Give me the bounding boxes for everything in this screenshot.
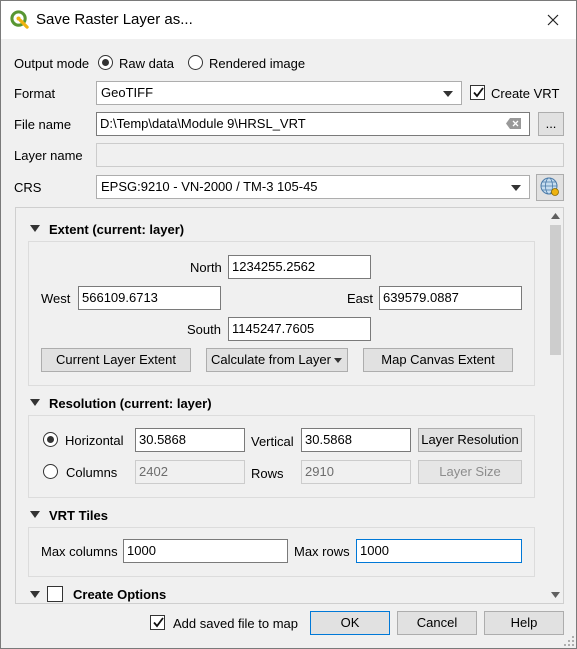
add-to-map-label: Add saved file to map: [173, 616, 299, 631]
checkmark-icon: [473, 87, 484, 98]
file-name-label: File name: [14, 117, 72, 132]
collapse-resolution-icon[interactable]: [30, 399, 40, 406]
window-title: Save Raster Layer as...: [36, 11, 193, 28]
file-name-value: D:\Temp\data\Module 9\HRSL_VRT: [100, 116, 306, 131]
options-scroll-area: Extent (current: layer) North 1234255.25…: [15, 207, 564, 604]
chevron-down-icon: [443, 91, 453, 97]
north-input[interactable]: 1234255.2562: [228, 255, 371, 279]
create-vrt-checkbox[interactable]: [470, 85, 485, 100]
title-bar: Save Raster Layer as...: [1, 1, 576, 39]
south-label: South: [187, 322, 221, 337]
extent-title: Extent (current: layer): [49, 222, 185, 237]
calculate-from-layer-button[interactable]: Calculate from Layer: [206, 348, 348, 372]
vertical-scrollbar[interactable]: [547, 208, 563, 603]
rendered-image-label: Rendered image: [209, 56, 306, 71]
output-mode-label: Output mode: [14, 56, 90, 71]
crs-value: EPSG:9210 - VN-2000 / TM-3 105-45: [101, 179, 318, 194]
file-name-input[interactable]: D:\Temp\data\Module 9\HRSL_VRT: [96, 112, 530, 136]
current-layer-extent-button[interactable]: Current Layer Extent: [41, 348, 191, 372]
create-vrt-label: Create VRT: [491, 86, 560, 101]
crs-selector-button[interactable]: [536, 174, 564, 201]
max-rows-label: Max rows: [294, 544, 350, 559]
scroll-down-icon[interactable]: [551, 592, 560, 598]
layer-resolution-button[interactable]: Layer Resolution: [418, 428, 522, 452]
ok-button[interactable]: OK: [310, 611, 390, 635]
resolution-group: Horizontal 30.5868 Vertical 30.5868 Laye…: [28, 415, 535, 498]
help-button[interactable]: Help: [484, 611, 564, 635]
columns-label: Columns: [66, 465, 118, 480]
globe-icon: [540, 177, 559, 196]
calculate-from-layer-label: Calculate from Layer: [211, 352, 331, 367]
create-options-checkbox[interactable]: [47, 586, 63, 602]
max-rows-input[interactable]: 1000: [356, 539, 522, 563]
scrollbar-thumb[interactable]: [550, 225, 561, 355]
clear-input-icon[interactable]: [506, 118, 521, 129]
north-label: North: [190, 260, 222, 275]
vrt-tiles-group: Max columns 1000 Max rows 1000: [28, 527, 535, 577]
format-label: Format: [14, 86, 56, 101]
west-label: West: [41, 291, 71, 306]
chevron-down-icon: [511, 185, 521, 191]
vertical-input[interactable]: 30.5868: [301, 428, 411, 452]
vrt-tiles-title: VRT Tiles: [49, 508, 109, 523]
cancel-button[interactable]: Cancel: [397, 611, 477, 635]
extent-group: North 1234255.2562 West 566109.6713 East…: [28, 241, 535, 386]
map-canvas-extent-button[interactable]: Map Canvas Extent: [363, 348, 513, 372]
create-options-title: Create Options: [73, 587, 167, 602]
format-select[interactable]: GeoTIFF: [96, 81, 462, 105]
chevron-down-icon: [334, 358, 342, 363]
format-value: GeoTIFF: [101, 85, 154, 100]
columns-radio[interactable]: [43, 464, 58, 479]
resolution-title: Resolution (current: layer): [49, 396, 212, 411]
raw-data-radio[interactable]: [98, 55, 113, 70]
rows-label: Rows: [251, 466, 284, 481]
rows-input: 2910: [301, 460, 411, 484]
south-input[interactable]: 1145247.7605: [228, 317, 371, 341]
crs-select[interactable]: EPSG:9210 - VN-2000 / TM-3 105-45: [96, 175, 530, 199]
add-to-map-checkbox[interactable]: [150, 615, 165, 630]
layer-name-label: Layer name: [14, 148, 83, 163]
close-icon: [547, 14, 559, 26]
checkmark-icon: [153, 617, 164, 628]
close-button[interactable]: [530, 1, 576, 39]
raw-data-label: Raw data: [119, 56, 174, 71]
horizontal-label: Horizontal: [65, 433, 124, 448]
layer-size-button: Layer Size: [418, 460, 522, 484]
east-label: East: [347, 291, 374, 306]
layer-name-input: [96, 143, 564, 167]
crs-label: CRS: [14, 180, 42, 195]
scroll-up-icon[interactable]: [551, 213, 560, 219]
rendered-image-radio[interactable]: [188, 55, 203, 70]
resize-grip-icon[interactable]: [564, 636, 575, 647]
collapse-vrt-tiles-icon[interactable]: [30, 511, 40, 518]
max-columns-input[interactable]: 1000: [123, 539, 288, 563]
save-raster-dialog: Save Raster Layer as... Output mode Raw …: [0, 0, 577, 649]
horizontal-radio[interactable]: [43, 432, 58, 447]
west-input[interactable]: 566109.6713: [78, 286, 221, 310]
collapse-extent-icon[interactable]: [30, 225, 40, 232]
qgis-logo-icon: [10, 10, 29, 29]
horizontal-input[interactable]: 30.5868: [135, 428, 245, 452]
browse-button[interactable]: ...: [538, 112, 564, 136]
collapse-create-options-icon[interactable]: [30, 591, 40, 598]
vertical-label: Vertical: [251, 434, 294, 449]
east-input[interactable]: 639579.0887: [379, 286, 522, 310]
max-columns-label: Max columns: [41, 544, 118, 559]
columns-input: 2402: [135, 460, 245, 484]
